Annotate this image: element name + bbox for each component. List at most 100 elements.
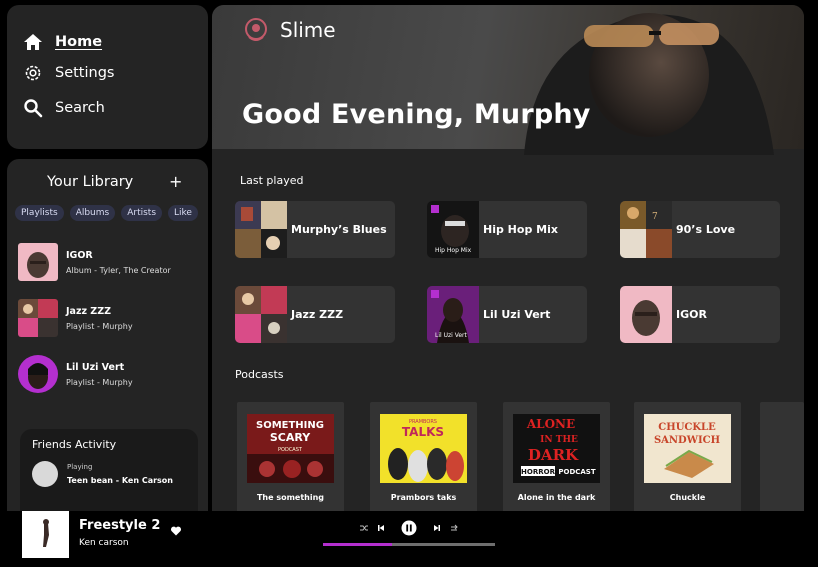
cover-text: ALONE <box>526 417 575 431</box>
library-filter-chips: Playlists Albums Artists Like <box>15 205 198 221</box>
chip-liked[interactable]: Like <box>168 205 198 221</box>
library-item-lil-uzi[interactable]: Lil Uzi Vert Playlist - Murphy <box>18 355 133 393</box>
podcast-title: Chuckle <box>669 493 706 502</box>
tile-name: IGOR <box>676 308 707 321</box>
brand[interactable]: Slime <box>244 17 336 43</box>
friend-avatar[interactable] <box>32 461 58 487</box>
murphys-blues-cover <box>235 201 287 258</box>
last-played-title: Last played <box>240 174 304 187</box>
prambors-talks-cover: PRAMBORS TALKS <box>380 414 467 483</box>
cover-text: TALKS <box>402 425 444 439</box>
progress-bar[interactable] <box>323 543 495 546</box>
now-playing-title[interactable]: Freestyle 2 <box>79 518 160 533</box>
artist-photo <box>524 13 774 155</box>
podcast-title: Prambors taks <box>390 493 457 502</box>
greeting: Good Evening, Murphy <box>242 99 591 130</box>
library-item-igor[interactable]: IGOR Album - Tyler, The Creator <box>18 243 171 281</box>
cover-text: IN THE <box>540 435 578 445</box>
jazz-cover <box>18 299 58 337</box>
chuckle-sandwich-cover: CHUCKLE SANDWICH <box>644 414 731 483</box>
podcast-alone-in-the-dark[interactable]: ALONE IN THE DARK HORROR PODCAST Alone i… <box>503 402 610 519</box>
90s-love-cover: 7 <box>620 201 672 258</box>
hip-hop-mix-cover: Hip Hop Mix <box>427 201 479 258</box>
tile-jazz-zzz[interactable]: Jazz ZZZ <box>235 286 395 343</box>
tile-lil-uzi-vert[interactable]: Lil Uzi Vert Lil Uzi Vert <box>427 286 587 343</box>
tile-90s-love[interactable]: 7 90’s Love <box>620 201 780 258</box>
cover-text: PODCAST <box>558 468 595 476</box>
add-to-library-button[interactable]: + <box>169 172 182 191</box>
nav-settings[interactable]: Settings <box>23 63 114 83</box>
podcast-prambors-taks[interactable]: PRAMBORS TALKS Prambors taks <box>370 402 477 519</box>
podcast-title: Alone in the dark <box>517 493 596 502</box>
tile-name: Murphy’s Blues <box>291 223 387 236</box>
nav-card: Home Settings Search <box>7 5 208 149</box>
friend-status: Playing <box>67 463 93 471</box>
hip-hop-mix-cover-caption: Hip Hop Mix <box>435 247 472 254</box>
podcast-the-something[interactable]: SOMETHING SCARY PODCAST The something <box>237 402 344 519</box>
library-item-sub: Playlist - Murphy <box>66 377 133 387</box>
progress-fill <box>323 543 392 546</box>
chip-artists[interactable]: Artists <box>121 205 163 221</box>
jazz-zzz-cover <box>235 286 287 343</box>
cover-text: SOMETHING <box>256 420 324 431</box>
previous-icon[interactable] <box>376 523 386 533</box>
cover-text: PODCAST <box>278 447 303 453</box>
something-scary-cover: SOMETHING SCARY PODCAST <box>247 414 334 483</box>
podcast-next-partial[interactable] <box>760 402 804 519</box>
nav-search[interactable]: Search <box>23 98 105 118</box>
library-item-name: Jazz ZZZ <box>66 305 111 317</box>
podcasts-title: Podcasts <box>235 368 284 381</box>
alone-in-the-dark-cover: ALONE IN THE DARK HORROR PODCAST <box>513 414 600 483</box>
nav-home-label: Home <box>55 34 103 50</box>
igor-tile-cover <box>620 286 672 343</box>
gear-icon <box>23 63 43 83</box>
chip-albums[interactable]: Albums <box>69 205 116 221</box>
main-panel: Slime Good Evening, Murphy Last played M… <box>212 5 804 519</box>
tile-name: Hip Hop Mix <box>483 223 558 236</box>
player-bar: Freestyle 2 Ken carson <box>0 511 818 567</box>
shuffle-icon[interactable] <box>359 523 369 533</box>
friends-activity: Friends Activity Playing Teen bean - Ken… <box>20 429 198 519</box>
now-playing-cover[interactable] <box>22 511 69 558</box>
library-item-name: Lil Uzi Vert <box>66 361 125 373</box>
podcast-chuckle[interactable]: CHUCKLE SANDWICH Chuckle <box>634 402 741 519</box>
library-item-sub: Album - Tyler, The Creator <box>66 265 171 275</box>
cover-text: CHUCKLE <box>658 422 716 433</box>
nav-search-label: Search <box>55 100 105 116</box>
igor-cover <box>18 243 58 281</box>
next-icon[interactable] <box>432 523 442 533</box>
nav-settings-label: Settings <box>55 65 115 81</box>
repeat-icon[interactable] <box>449 523 459 533</box>
tile-igor[interactable]: IGOR <box>620 286 780 343</box>
tile-name: Jazz ZZZ <box>291 308 344 321</box>
cover-text: HORROR <box>521 468 556 476</box>
chip-playlists[interactable]: Playlists <box>15 205 64 221</box>
library-item-jazz[interactable]: Jazz ZZZ Playlist - Murphy <box>18 299 133 337</box>
pause-button[interactable] <box>401 520 417 536</box>
tile-name: Lil Uzi Vert <box>483 308 551 321</box>
heart-icon[interactable] <box>170 525 182 537</box>
lil-uzi-vert-cover: Lil Uzi Vert <box>427 286 479 343</box>
friends-title: Friends Activity <box>32 438 117 451</box>
svg-text:7: 7 <box>652 212 658 222</box>
home-icon <box>23 32 43 52</box>
slime-logo-icon <box>245 18 267 41</box>
cover-text: SCARY <box>270 431 311 444</box>
library-title: Your Library <box>47 174 134 190</box>
tile-name: 90’s Love <box>676 223 736 236</box>
tile-hip-hop-mix[interactable]: Hip Hop Mix Hip Hop Mix <box>427 201 587 258</box>
podcast-title: The something <box>256 493 325 502</box>
search-icon <box>23 98 43 118</box>
lil-uzi-avatar <box>18 355 58 393</box>
friend-track[interactable]: Teen bean - Ken Carson <box>67 476 173 485</box>
tile-murphys-blues[interactable]: Murphy’s Blues <box>235 201 395 258</box>
hero-banner: Slime Good Evening, Murphy <box>212 5 804 155</box>
app-name: Slime <box>280 18 336 42</box>
nav-home[interactable]: Home <box>23 32 102 52</box>
lil-uzi-vert-cover-caption: Lil Uzi Vert <box>435 332 467 339</box>
library-item-name: IGOR <box>66 249 93 261</box>
now-playing-artist[interactable]: Ken carson <box>79 538 129 548</box>
library-item-sub: Playlist - Murphy <box>66 321 133 331</box>
library-panel: Your Library + Playlists Albums Artists … <box>7 159 208 519</box>
cover-text: SANDWICH <box>654 435 720 446</box>
